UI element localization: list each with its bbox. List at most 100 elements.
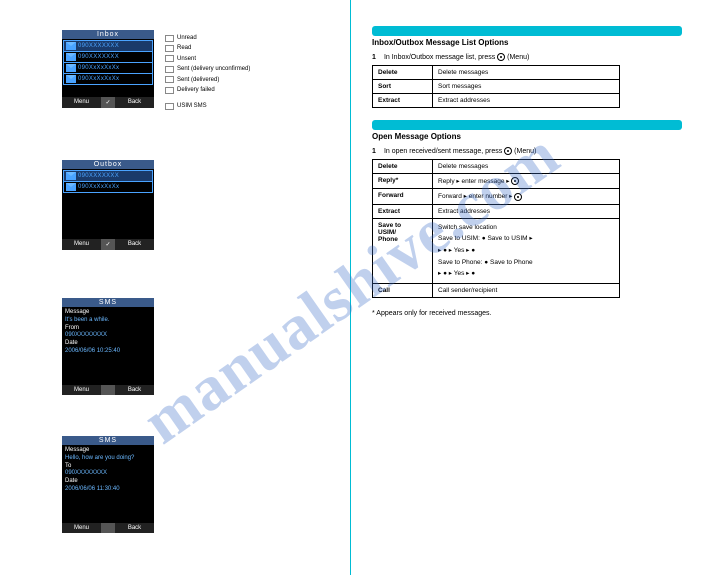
table-row: Forward Forward ▸ enter number ▸ bbox=[373, 189, 620, 204]
legend-label: Unread bbox=[177, 34, 197, 42]
phone-title: Inbox bbox=[62, 30, 154, 39]
phone-body: 090XXXXXXX 090XxXxXxXx bbox=[62, 169, 154, 239]
field-value: 2006/06/06 11:30:40 bbox=[65, 486, 151, 494]
softkey-back: Back bbox=[115, 385, 154, 395]
section-title: Open Message Options bbox=[372, 132, 682, 141]
table-row: Reply* Reply ▸ enter message ▸ bbox=[373, 174, 620, 189]
options-table: DeleteDelete messages SortSort messages … bbox=[372, 65, 620, 108]
field-label: To bbox=[65, 463, 151, 471]
field-label: Date bbox=[65, 340, 151, 348]
softkey-menu: Menu bbox=[62, 239, 101, 250]
section-bar bbox=[372, 120, 682, 130]
footnote: * Appears only for received messages. bbox=[372, 310, 682, 317]
center-key-icon bbox=[514, 193, 522, 201]
step-text: In open received/sent message, press bbox=[384, 148, 502, 155]
list-item: 090XxXxXxXx bbox=[63, 73, 153, 85]
list-item-label: 090XxXxXxXx bbox=[78, 184, 119, 190]
step-number: 1 bbox=[372, 54, 382, 61]
cell-text: Forward ▸ enter number ▸ bbox=[438, 193, 512, 200]
field-value: 2006/06/06 10:25:40 bbox=[65, 348, 151, 356]
table-row: DeleteDelete messages bbox=[373, 160, 620, 174]
cell: Switch save location Save to USIM: ● Sav… bbox=[433, 218, 620, 283]
cell: Call sender/recipient bbox=[433, 284, 620, 298]
phone-title: SMS bbox=[62, 436, 154, 445]
left-page: Inbox 090XXXXXXX 090XXXXXXX 090XxXxXxXx … bbox=[0, 0, 350, 575]
mail-sent-icon bbox=[165, 66, 174, 73]
phone-outbox: Outbox 090XXXXXXX 090XxXxXxXx Menu ✓ Bac… bbox=[62, 160, 154, 250]
legend-label: Sent (delivered) bbox=[177, 76, 219, 84]
field-value: Hello, how are you doing? bbox=[65, 455, 151, 463]
phone-body: Message It's been a while. From 090XXXXX… bbox=[62, 307, 154, 385]
legend-item: Unread bbox=[165, 34, 285, 42]
softkey-dot-icon bbox=[504, 147, 512, 155]
phone-title: Outbox bbox=[62, 160, 154, 169]
step-line: 1 In open received/sent message, press (… bbox=[372, 147, 682, 155]
cell: Extract bbox=[373, 94, 433, 108]
phone-footer: Menu ✓ Back bbox=[62, 239, 154, 250]
table-row: SortSort messages bbox=[373, 80, 620, 94]
cell: Forward bbox=[373, 189, 433, 204]
list-item-label: 090XxXxXxXx bbox=[78, 65, 119, 71]
softkey-select-icon bbox=[101, 523, 115, 533]
softkey-dot-icon bbox=[497, 53, 505, 61]
legend-label: USIM SMS bbox=[177, 102, 207, 110]
mail-unread-icon bbox=[165, 35, 174, 42]
table-row: CallCall sender/recipient bbox=[373, 284, 620, 298]
field-label: Message bbox=[65, 447, 151, 455]
mail-delivered-icon bbox=[165, 76, 174, 83]
phone-sms-sent: SMS Message Hello, how are you doing? To… bbox=[62, 436, 154, 533]
field-value: 090XXXXXXXX bbox=[65, 470, 151, 478]
options-table: DeleteDelete messages Reply* Reply ▸ ente… bbox=[372, 159, 620, 298]
table-row: Save to USIM/ PhoneSwitch save location … bbox=[373, 218, 620, 283]
list-item-label: 090XxXxXxXx bbox=[78, 76, 119, 82]
list-item: 090XxXxXxXx bbox=[63, 181, 153, 193]
step-line: 1 In Inbox/Outbox message list, press (M… bbox=[372, 53, 682, 61]
legend-label: Sent (delivery unconfirmed) bbox=[177, 65, 250, 73]
list-item-label: 090XXXXXXX bbox=[78, 43, 119, 49]
mail-icon bbox=[66, 75, 76, 83]
legend-label: Delivery failed bbox=[177, 86, 215, 94]
cell: Reply* bbox=[373, 174, 433, 189]
cell: Delete bbox=[373, 66, 433, 80]
cell: Extract bbox=[373, 204, 433, 218]
mail-icon bbox=[66, 172, 76, 180]
softkey-menu: Menu bbox=[62, 97, 101, 108]
icon-legend: Unread Read Unsent Sent (delivery unconf… bbox=[165, 34, 285, 113]
section-title: Inbox/Outbox Message List Options bbox=[372, 38, 682, 47]
softkey-select-icon bbox=[101, 385, 115, 395]
cell-text: Reply ▸ enter message ▸ bbox=[438, 178, 510, 185]
softkey-select-icon: ✓ bbox=[101, 239, 115, 250]
cell: Call bbox=[373, 284, 433, 298]
list-item-label: 090XXXXXXX bbox=[78, 54, 119, 60]
softkey-back: Back bbox=[115, 239, 154, 250]
phone-sms-received: SMS Message It's been a while. From 090X… bbox=[62, 298, 154, 395]
legend-item: Delivery failed bbox=[165, 86, 285, 94]
phone-body: Message Hello, how are you doing? To 090… bbox=[62, 445, 154, 523]
mail-failed-icon bbox=[165, 87, 174, 94]
phone-title: SMS bbox=[62, 298, 154, 307]
table-row: DeleteDelete messages bbox=[373, 66, 620, 80]
cell: Sort messages bbox=[433, 80, 620, 94]
cell: Extract addresses bbox=[433, 204, 620, 218]
mail-unsent-icon bbox=[165, 55, 174, 62]
legend-label: Unsent bbox=[177, 55, 196, 63]
step-text: In Inbox/Outbox message list, press bbox=[384, 54, 495, 61]
cell: Delete bbox=[373, 160, 433, 174]
step-number: 1 bbox=[372, 148, 382, 155]
table-row: ExtractExtract addresses bbox=[373, 94, 620, 108]
center-key-icon bbox=[511, 177, 519, 185]
mail-read-icon bbox=[165, 45, 174, 52]
softkey-menu: Menu bbox=[62, 385, 101, 395]
legend-item: USIM SMS bbox=[165, 102, 285, 110]
mail-icon bbox=[66, 53, 76, 61]
list-item-label: 090XXXXXXX bbox=[78, 173, 119, 179]
section-bar bbox=[372, 26, 682, 36]
field-value: It's been a while. bbox=[65, 317, 151, 325]
cell: Forward ▸ enter number ▸ bbox=[433, 189, 620, 204]
phone-footer: Menu ✓ Back bbox=[62, 97, 154, 108]
phone-body: 090XXXXXXX 090XXXXXXX 090XxXxXxXx 090XxX… bbox=[62, 39, 154, 97]
field-label: Message bbox=[65, 309, 151, 317]
step-text: (Menu) bbox=[507, 54, 529, 61]
legend-label: Read bbox=[177, 44, 191, 52]
legend-item: Sent (delivered) bbox=[165, 76, 285, 84]
